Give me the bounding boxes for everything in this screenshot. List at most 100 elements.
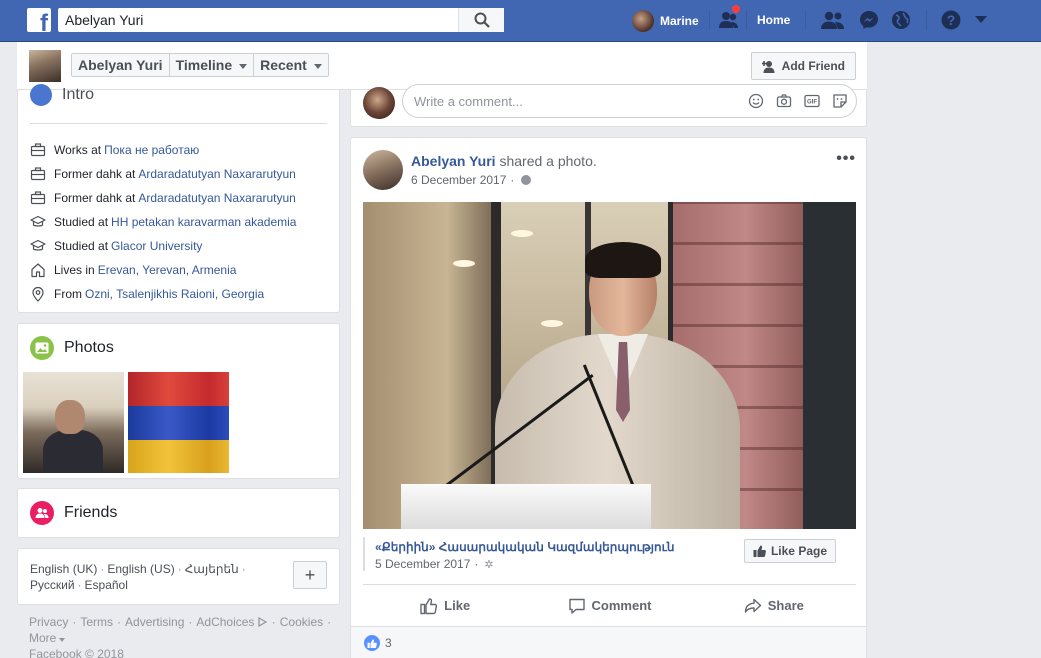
post-photo[interactable] (363, 202, 856, 529)
comment-input[interactable] (403, 85, 723, 117)
facebook-logo-icon[interactable]: f (27, 8, 51, 32)
comment-input-wrapper: GIF (402, 84, 857, 118)
gear-icon: ✲ (484, 558, 494, 571)
add-language-button[interactable]: + (293, 561, 327, 589)
friends-icon[interactable] (821, 10, 845, 30)
divider (30, 123, 327, 124)
like-page-button[interactable]: Like Page (743, 539, 836, 563)
intro-link[interactable]: Ozni, Tsalenjikhis Raioni, Georgia (85, 287, 264, 301)
add-friend-button[interactable]: Add Friend (750, 52, 856, 80)
intro-link[interactable]: Glacor University (111, 239, 202, 253)
share-button[interactable]: Share (692, 585, 856, 626)
post-date[interactable]: 6 December 2017 (411, 173, 506, 187)
footer-more-link[interactable]: More (29, 631, 56, 645)
friends-header[interactable]: Friends (30, 501, 117, 525)
shared-page-date[interactable]: 5 December 2017 (375, 557, 470, 571)
photos-header[interactable]: Photos (30, 336, 114, 360)
search-icon (474, 12, 490, 28)
photo-thumbnail[interactable] (128, 372, 229, 473)
friends-icon (30, 501, 54, 525)
globe-icon (30, 84, 52, 106)
top-navigation-bar: f Marine Home ? (0, 0, 1041, 42)
shared-page-attachment: «Քերիին» Հասարակական Կազմակերպություն 5 … (363, 529, 856, 577)
reaction-count: 3 (385, 636, 392, 650)
profile-subbar: Abelyan Yuri Timeline Recent Add Friend (17, 42, 867, 90)
shared-page-title[interactable]: «Քերիին» Հասարակական Կազմակերպություն (375, 540, 674, 554)
svg-text:GIF: GIF (807, 100, 817, 106)
intro-item-from: From Ozni, Tsalenjikhis Raioni, Georgia (30, 282, 296, 306)
location-pin-icon (32, 286, 44, 302)
footer-copyright: Facebook © 2018 (29, 647, 124, 658)
globe-icon[interactable] (891, 10, 911, 30)
emoji-icon[interactable] (748, 93, 764, 109)
intro-item-education: Studied at HH petakan karavarman akademia (30, 210, 296, 234)
profile-avatar[interactable] (29, 50, 61, 82)
footer-link-advertising[interactable]: Advertising (125, 615, 184, 629)
post-actions-bar: Like Comment Share (363, 584, 856, 626)
search-button[interactable] (458, 8, 504, 32)
shared-page-meta: 5 December 2017 · ✲ (375, 557, 494, 571)
like-button[interactable]: Like (363, 585, 527, 626)
photo-thumbnail[interactable] (23, 372, 124, 473)
intro-link[interactable]: HH petakan karavarman akademia (111, 215, 296, 229)
footer-link-terms[interactable]: Terms (80, 615, 113, 629)
thumbs-up-icon (420, 597, 438, 614)
intro-link[interactable]: Пока не работаю (104, 143, 199, 157)
intro-link[interactable]: Ardaradatutyan Naxararutyun (138, 191, 295, 205)
chevron-down-icon (313, 63, 322, 69)
chevron-down-icon (59, 638, 66, 642)
language-english-uk[interactable]: English (UK) (30, 562, 97, 576)
photos-card: Photos (17, 323, 340, 479)
profile-link[interactable]: Marine (632, 9, 699, 33)
comment-tools: GIF (736, 93, 848, 109)
camera-icon[interactable] (776, 93, 792, 109)
graduation-cap-icon (30, 215, 46, 227)
reactions-bar[interactable]: 3 (351, 626, 866, 658)
footer-link-privacy[interactable]: Privacy (29, 615, 68, 629)
chevron-down-icon[interactable] (975, 16, 987, 24)
comment-button[interactable]: Comment (527, 585, 691, 626)
intro-item-work: Works at Пока не работаю (30, 138, 296, 162)
share-icon (744, 598, 761, 613)
gif-icon[interactable]: GIF (804, 93, 820, 109)
post-action-text: shared a photo. (499, 153, 597, 169)
intro-item-former-work: Former dahk at Ardaradatutyan Naxararutyu… (30, 186, 296, 210)
intro-title: Intro (62, 86, 95, 103)
language-spanish[interactable]: Español (85, 578, 128, 592)
user-name: Marine (660, 14, 699, 28)
language-russian[interactable]: Русский (30, 578, 75, 592)
tab-timeline[interactable]: Timeline (170, 54, 255, 76)
graduation-cap-icon (30, 239, 46, 251)
home-icon (31, 263, 45, 278)
footer: Privacy · Terms · Advertising · AdChoices · Coo… (29, 614, 339, 658)
comment-icon (568, 598, 585, 614)
avatar (363, 87, 395, 119)
language-armenian[interactable]: Հայերեն (185, 562, 239, 576)
home-link[interactable]: Home (757, 13, 790, 27)
sticker-icon[interactable] (832, 93, 848, 109)
post-meta: 6 December 2017 · (411, 173, 532, 187)
tab-recent[interactable]: Recent (254, 54, 328, 76)
author-name[interactable]: Abelyan Yuri (411, 153, 496, 169)
search-input[interactable] (58, 8, 454, 32)
help-icon[interactable]: ? (941, 10, 961, 30)
intro-link[interactable]: Ardaradatutyan Naxararutyun (138, 167, 295, 181)
tab-profile-name[interactable]: Abelyan Yuri (72, 54, 170, 76)
divider (805, 10, 806, 30)
intro-item-lives-in: Lives in Erevan, Yerevan, Armenia (30, 258, 296, 282)
photo-icon (30, 336, 54, 360)
language-list: English (UK) · English (US) · Հայերեն · Русск… (30, 562, 246, 592)
friends-title: Friends (64, 504, 118, 521)
author-avatar[interactable] (363, 150, 403, 190)
footer-link-cookies[interactable]: Cookies (280, 615, 323, 629)
intro-list: Works at Пока не работаю Former dahk at Ar… (30, 138, 296, 306)
messenger-icon[interactable] (859, 10, 879, 30)
post-options-button[interactable]: ••• (836, 150, 856, 168)
briefcase-icon (30, 167, 46, 181)
briefcase-icon (30, 191, 46, 205)
thumbs-up-icon (753, 545, 766, 557)
language-english-us[interactable]: English (US) (107, 562, 174, 576)
friends-card: Friends (17, 488, 340, 538)
footer-link-adchoices[interactable]: AdChoices (196, 615, 254, 629)
intro-link[interactable]: Erevan, Yerevan, Armenia (98, 263, 237, 277)
